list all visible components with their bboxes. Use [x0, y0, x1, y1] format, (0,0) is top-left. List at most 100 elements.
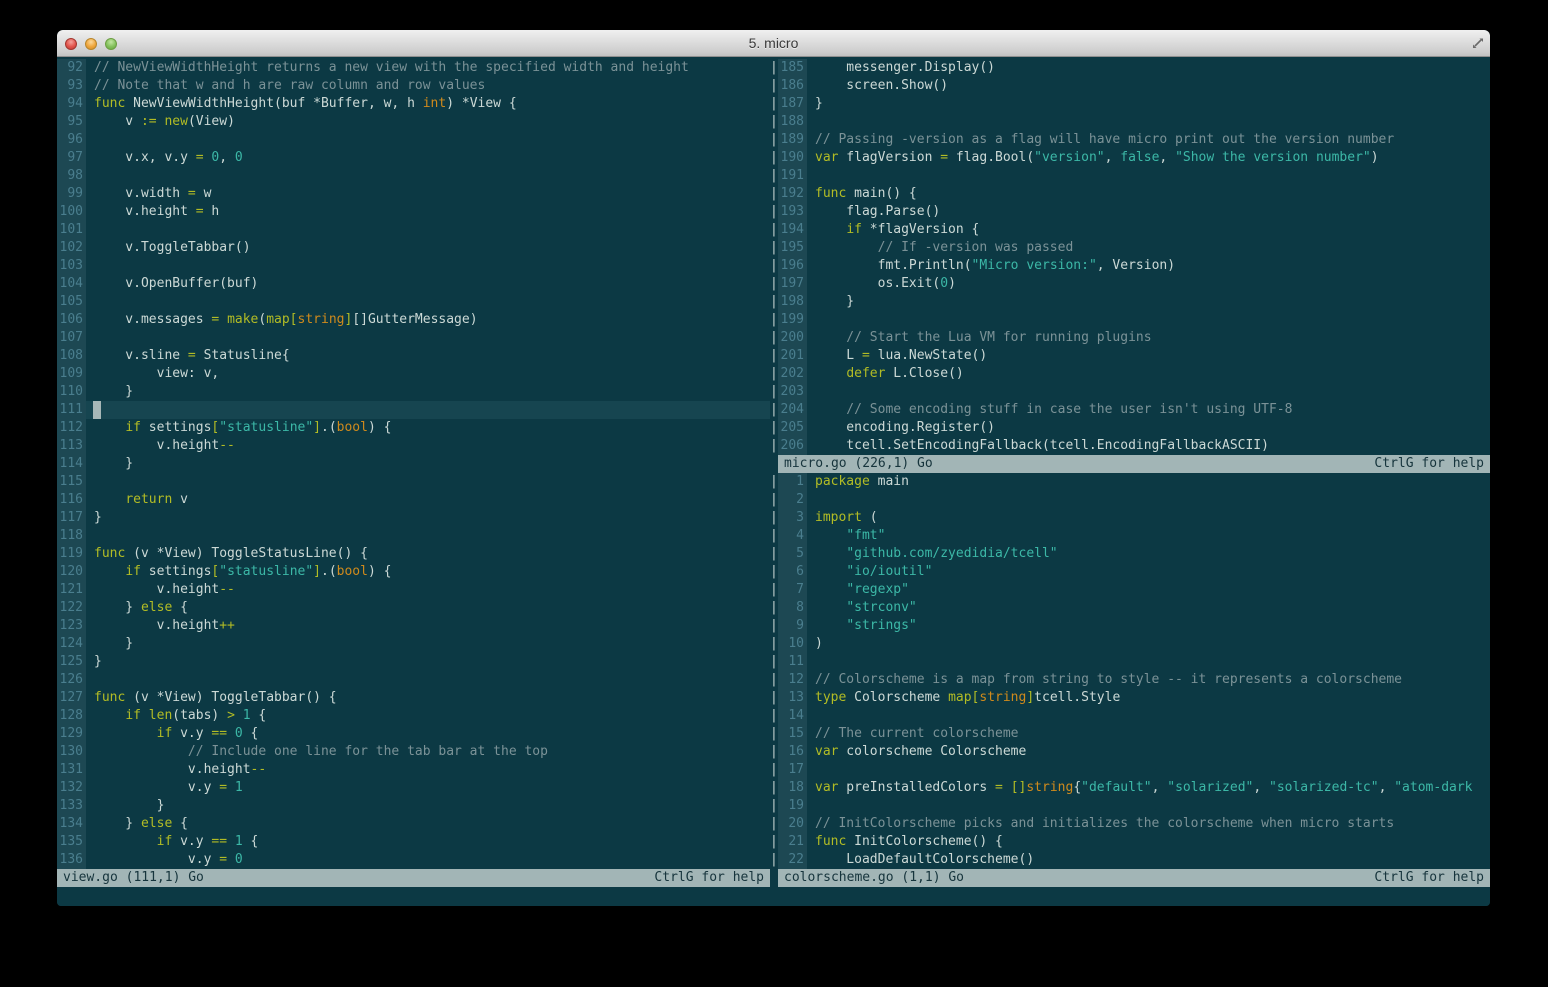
- code-text: "github.com/zyedidia/tcell": [807, 545, 1490, 563]
- line-number: 121: [57, 581, 86, 599]
- status-help-hint: CtrlG for help: [654, 869, 764, 887]
- line-number: 109: [57, 365, 86, 383]
- code-text: [807, 311, 1490, 329]
- code-line: 118: [57, 527, 770, 545]
- code-line: 125}: [57, 653, 770, 671]
- code-line: |1package main: [770, 473, 1490, 491]
- code-line: |198 }: [770, 293, 1490, 311]
- code-line: |203: [770, 383, 1490, 401]
- code-line: 110 }: [57, 383, 770, 401]
- code-line: |6 "io/ioutil": [770, 563, 1490, 581]
- code-text: screen.Show(): [807, 77, 1490, 95]
- line-number: 112: [57, 419, 86, 437]
- editor-pane-colorscheme-go[interactable]: |1package main|2|3import (|4 "fmt"|5 "gi…: [770, 473, 1490, 887]
- code-line: 101: [57, 221, 770, 239]
- line-number: 115: [57, 473, 86, 491]
- code-text: [86, 221, 770, 239]
- code-text: // Colorscheme is a map from string to s…: [807, 671, 1490, 689]
- code-text: // InitColorscheme picks and initializes…: [807, 815, 1490, 833]
- code-text: }: [86, 383, 770, 401]
- code-text: }: [86, 797, 770, 815]
- code-line: 134 } else {: [57, 815, 770, 833]
- code-text: return v: [86, 491, 770, 509]
- micro-editor: 92// NewViewWidthHeight returns a new vi…: [57, 57, 1490, 906]
- code-text: }: [807, 95, 1490, 113]
- line-number: 124: [57, 635, 86, 653]
- code-text: v.OpenBuffer(buf): [86, 275, 770, 293]
- code-line: |3import (: [770, 509, 1490, 527]
- code-line: |191: [770, 167, 1490, 185]
- code-line: |13type Colorscheme map[string]tcell.Sty…: [770, 689, 1490, 707]
- code-text: [86, 329, 770, 347]
- code-text: }: [86, 509, 770, 527]
- status-help-hint: CtrlG for help: [1374, 869, 1484, 887]
- split-divider: |: [770, 383, 778, 401]
- window-title: 5. micro: [57, 30, 1490, 57]
- code-line: 108 v.sline = Statusline{: [57, 347, 770, 365]
- code-line: |190var flagVersion = flag.Bool("version…: [770, 149, 1490, 167]
- line-number: 19: [778, 797, 807, 815]
- line-number: 7: [778, 581, 807, 599]
- code-line: |11: [770, 653, 1490, 671]
- line-number: 96: [57, 131, 86, 149]
- line-number: 188: [778, 113, 807, 131]
- line-number: 122: [57, 599, 86, 617]
- code-text: package main: [807, 473, 1490, 491]
- editor-pane-view-go[interactable]: 92// NewViewWidthHeight returns a new vi…: [57, 59, 770, 887]
- split-divider: |: [770, 59, 778, 77]
- code-text: v.x, v.y = 0, 0: [86, 149, 770, 167]
- line-number: 194: [778, 221, 807, 239]
- code-text: [807, 167, 1490, 185]
- code-line: 100 v.height = h: [57, 203, 770, 221]
- code-text: LoadDefaultColorscheme(): [807, 851, 1490, 869]
- line-number: 132: [57, 779, 86, 797]
- code-text: type Colorscheme map[string]tcell.Style: [807, 689, 1490, 707]
- split-divider: |: [770, 113, 778, 131]
- line-number: 193: [778, 203, 807, 221]
- split-divider: |: [770, 185, 778, 203]
- text-cursor: [93, 401, 101, 419]
- code-line: 94func NewViewWidthHeight(buf *Buffer, w…: [57, 95, 770, 113]
- code-text: func InitColorscheme() {: [807, 833, 1490, 851]
- code-text: v.messages = make(map[string][]GutterMes…: [86, 311, 770, 329]
- line-number: 17: [778, 761, 807, 779]
- code-line: 112 if settings["statusline"].(bool) {: [57, 419, 770, 437]
- line-number: 105: [57, 293, 86, 311]
- code-text: [86, 293, 770, 311]
- status-help-hint: CtrlG for help: [1374, 455, 1484, 473]
- line-number: 101: [57, 221, 86, 239]
- code-text: fmt.Println("Micro version:", Version): [807, 257, 1490, 275]
- line-number: 118: [57, 527, 86, 545]
- code-line: 103: [57, 257, 770, 275]
- line-number: 108: [57, 347, 86, 365]
- code-text: flag.Parse(): [807, 203, 1490, 221]
- code-text: if settings["statusline"].(bool) {: [86, 563, 770, 581]
- line-number: 120: [57, 563, 86, 581]
- line-number: 200: [778, 329, 807, 347]
- code-text: // Passing -version as a flag will have …: [807, 131, 1490, 149]
- editor-pane-micro-go[interactable]: |185 messenger.Display()|186 screen.Show…: [770, 59, 1490, 473]
- line-number: 99: [57, 185, 86, 203]
- line-number: 15: [778, 725, 807, 743]
- code-line: 102 v.ToggleTabbar(): [57, 239, 770, 257]
- code-line: 128 if len(tabs) > 1 {: [57, 707, 770, 725]
- code-text: os.Exit(0): [807, 275, 1490, 293]
- window-titlebar[interactable]: 5. micro: [57, 30, 1490, 57]
- code-line: 123 v.height++: [57, 617, 770, 635]
- status-filename-position: view.go (111,1) Go: [63, 869, 204, 887]
- code-text: v.ToggleTabbar(): [86, 239, 770, 257]
- line-number: 186: [778, 77, 807, 95]
- split-divider: |: [770, 761, 778, 779]
- split-divider: |: [770, 617, 778, 635]
- line-number: 129: [57, 725, 86, 743]
- split-divider: |: [770, 851, 778, 869]
- split-divider: |: [770, 563, 778, 581]
- line-number: 13: [778, 689, 807, 707]
- split-panes: 92// NewViewWidthHeight returns a new vi…: [57, 59, 1490, 887]
- line-number: 201: [778, 347, 807, 365]
- code-text: L = lua.NewState(): [807, 347, 1490, 365]
- code-line: |201 L = lua.NewState(): [770, 347, 1490, 365]
- code-line: |21func InitColorscheme() {: [770, 833, 1490, 851]
- code-line: 133 }: [57, 797, 770, 815]
- code-text: v.width = w: [86, 185, 770, 203]
